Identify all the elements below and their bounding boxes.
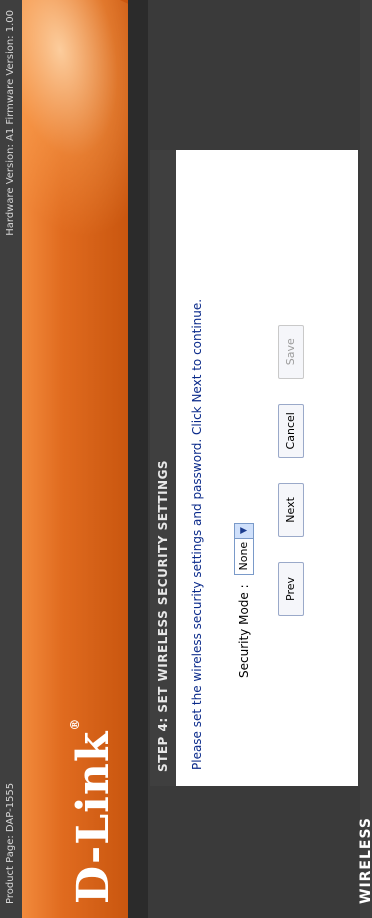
- wizard-panel: STEP 4: SET WIRELESS SECURITY SETTINGS P…: [148, 148, 360, 788]
- nav-strip: [128, 0, 148, 918]
- security-mode-label: Security Mode :: [237, 584, 251, 678]
- page-frame: Product Page: DAP-1555 Hardware Version:…: [0, 0, 372, 918]
- version-label: Hardware Version: A1 Firmware Version: 1…: [5, 10, 16, 236]
- logo-text: D-Link: [68, 730, 119, 904]
- chevron-down-icon: ▼: [235, 523, 253, 539]
- dlink-logo: D-Link®: [68, 718, 119, 904]
- next-button[interactable]: Next: [278, 482, 304, 537]
- cancel-button[interactable]: Cancel: [278, 403, 304, 458]
- left-sidebar: [148, 788, 360, 918]
- banner-glow: [22, 0, 128, 280]
- security-mode-value: None: [237, 541, 250, 571]
- wizard-buttons: Prev Next Cancel Save: [278, 305, 304, 616]
- logo-trademark: ®: [68, 717, 82, 731]
- security-mode-select[interactable]: None ▼: [234, 522, 254, 575]
- wizard-title: STEP 4: SET WIRELESS SECURITY SETTINGS: [150, 150, 176, 786]
- top-info-bar: Product Page: DAP-1555 Hardware Version:…: [0, 0, 22, 918]
- save-button[interactable]: Save: [278, 324, 304, 379]
- brand-banner: D-Link®: [22, 0, 128, 918]
- product-page-label: Product Page: DAP-1555: [5, 782, 16, 904]
- prev-button[interactable]: Prev: [278, 562, 304, 616]
- footer-label: WIRELESS: [358, 816, 372, 904]
- wizard-instruction: Please set the wireless security setting…: [190, 298, 204, 770]
- right-sidebar: [148, 0, 360, 148]
- security-mode-row: Security Mode : None ▼: [234, 522, 254, 678]
- footer-bar: WIRELESS: [358, 0, 372, 918]
